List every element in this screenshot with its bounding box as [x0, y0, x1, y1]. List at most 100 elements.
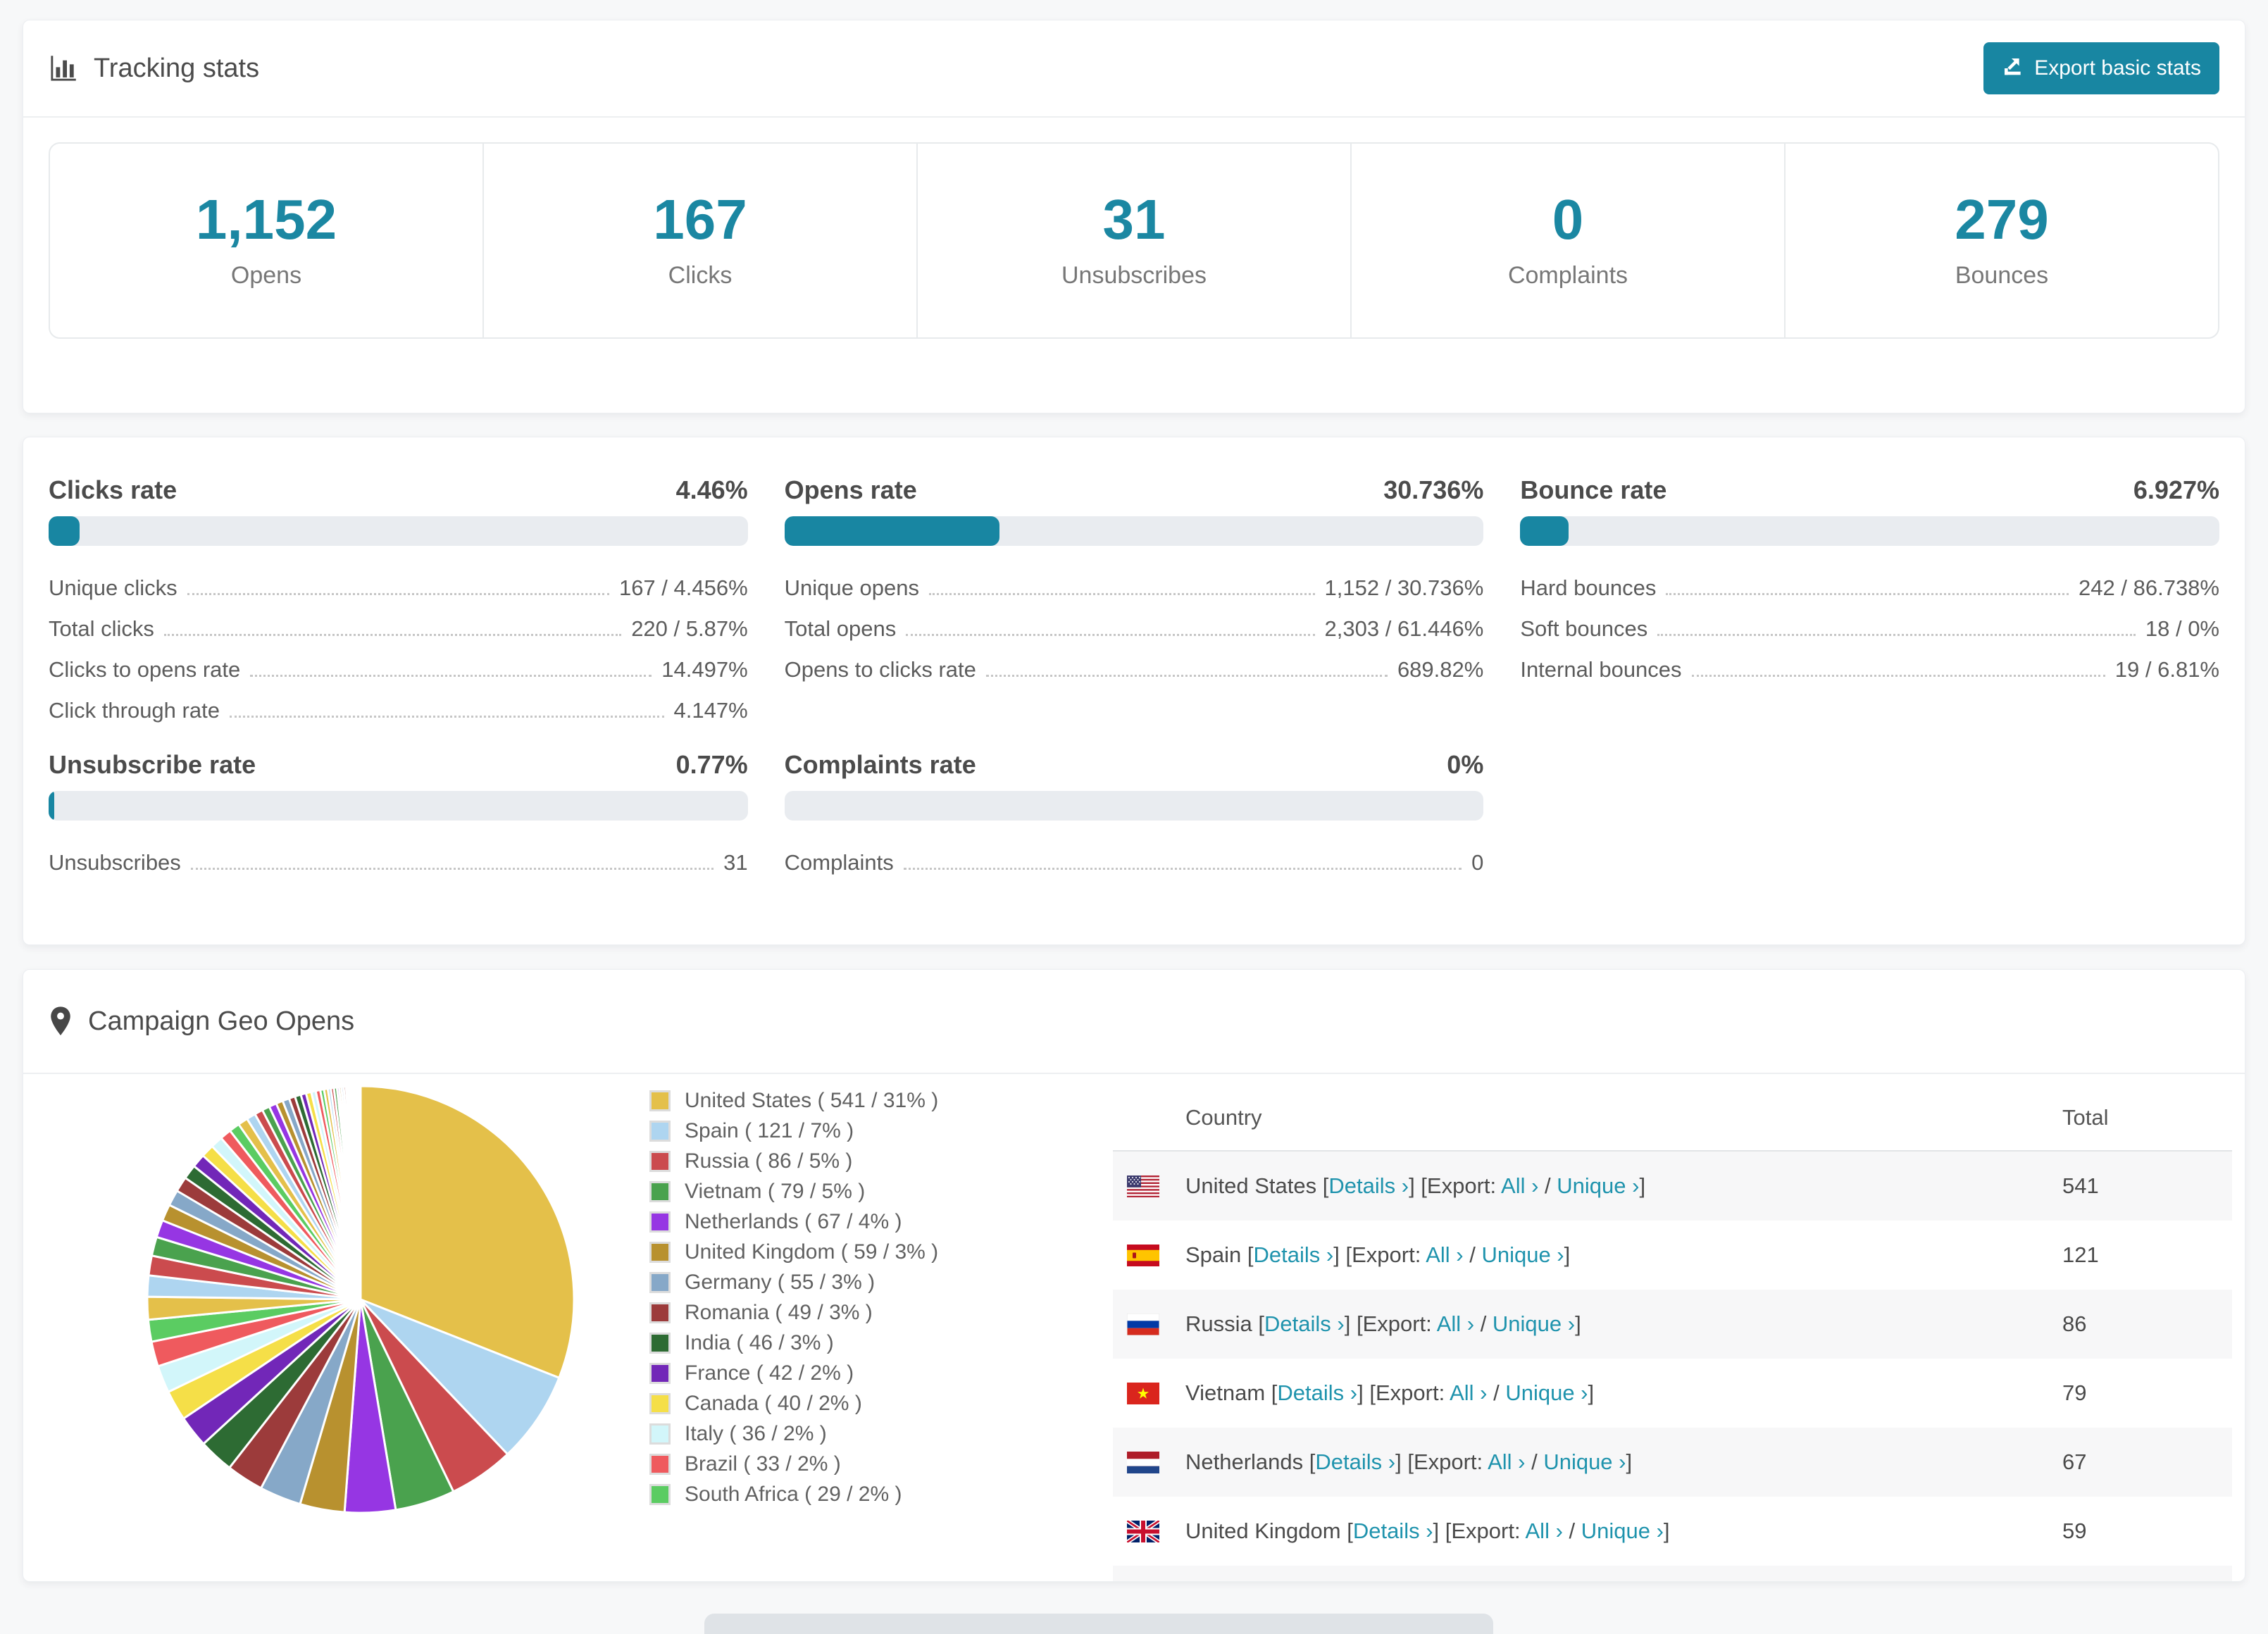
export-prefix: Export:	[1362, 1311, 1432, 1336]
rate-panel: Opens rate 30.736% Unique opens 1,152 / …	[784, 475, 1484, 730]
rate-title: Unsubscribe rate	[49, 750, 256, 779]
rate-title: Opens rate	[784, 475, 917, 504]
legend-item[interactable]: India ( 46 / 3% )	[649, 1328, 1113, 1358]
rate-progress-track	[1520, 516, 2219, 546]
export-all-link[interactable]: All ›	[1426, 1242, 1463, 1267]
legend-item[interactable]: Italy ( 36 / 2% )	[649, 1418, 1113, 1449]
metric-label: Unsubscribes	[49, 850, 181, 875]
legend-label: South Africa ( 29 / 2% )	[685, 1482, 902, 1506]
metric-label: Total opens	[784, 616, 897, 641]
country-name: Russia	[1185, 1311, 1252, 1336]
rate-value: 6.927%	[2133, 475, 2219, 504]
geo-pie-wrap	[49, 1074, 624, 1581]
stat-label: Complaints	[1507, 262, 1628, 289]
legend-item[interactable]: Vietnam ( 79 / 5% )	[649, 1176, 1113, 1206]
export-button-label: Export basic stats	[2034, 56, 2201, 80]
dotted-leader	[903, 868, 1462, 870]
horizontal-scrollbar-thumb[interactable]	[704, 1614, 1493, 1634]
legend-label: Spain ( 121 / 7% )	[685, 1118, 854, 1142]
summary-stat-cell: 279 Bounces	[1786, 144, 2218, 337]
export-basic-stats-button[interactable]: Export basic stats	[1983, 42, 2219, 94]
flag-us-icon	[1127, 1175, 1159, 1197]
legend-item[interactable]: United Kingdom ( 59 / 3% )	[649, 1237, 1113, 1267]
details-link[interactable]: Details ›	[1353, 1518, 1433, 1543]
legend-item[interactable]: Romania ( 49 / 3% )	[649, 1297, 1113, 1328]
details-link[interactable]: Details ›	[1277, 1380, 1357, 1405]
rate-progress-fill	[784, 516, 999, 546]
dotted-leader	[928, 593, 1315, 595]
rate-metric-row: Total opens 2,303 / 61.446%	[785, 608, 1484, 649]
export-all-link[interactable]: All ›	[1450, 1380, 1487, 1405]
country-name: United Kingdom	[1185, 1518, 1341, 1543]
export-all-link[interactable]: All ›	[1501, 1173, 1538, 1198]
rate-progress-fill	[49, 516, 80, 546]
legend-item[interactable]: France ( 42 / 2% )	[649, 1358, 1113, 1388]
rate-metric-row: Opens to clicks rate 689.82%	[785, 649, 1484, 690]
metric-value: 0	[1471, 850, 1484, 875]
export-unique-link[interactable]: Unique ›	[1557, 1173, 1639, 1198]
legend-item[interactable]: United States ( 541 / 31% )	[649, 1085, 1113, 1116]
legend-item[interactable]: Spain ( 121 / 7% )	[649, 1116, 1113, 1146]
export-unique-link[interactable]: Unique ›	[1505, 1380, 1588, 1405]
rate-title: Clicks rate	[49, 475, 177, 504]
legend-item[interactable]: Canada ( 40 / 2% )	[649, 1388, 1113, 1418]
rate-progress-fill	[49, 791, 54, 821]
metric-value: 14.497%	[661, 657, 748, 682]
metric-label: Internal bounces	[1520, 657, 1682, 682]
country-total: 79	[2062, 1380, 2087, 1405]
export-all-link[interactable]: All ›	[1437, 1311, 1474, 1336]
tracking-stats-card: Tracking stats Export basic stats 1,152 …	[23, 20, 2245, 413]
details-link[interactable]: Details ›	[1315, 1449, 1395, 1474]
country-total: 541	[2062, 1173, 2099, 1198]
rate-list: Unsubscribes 31	[49, 842, 748, 883]
stat-label: Unsubscribes	[1061, 262, 1207, 289]
dotted-leader	[190, 868, 714, 870]
details-link[interactable]: Details ›	[1254, 1242, 1334, 1267]
geo-opens-pie-chart[interactable]	[142, 1081, 579, 1518]
geo-table-row: Vietnam [Details ›] [Export: All › / Uni…	[1113, 1359, 2232, 1428]
export-unique-link[interactable]: Unique ›	[1581, 1518, 1664, 1543]
rate-metric-row: Complaints 0	[785, 842, 1484, 883]
rate-value: 0.77%	[675, 750, 748, 779]
legend-item[interactable]: South Africa ( 29 / 2% )	[649, 1479, 1113, 1509]
legend-item[interactable]: Russia ( 86 / 5% )	[649, 1146, 1113, 1176]
details-link[interactable]: Details ›	[1328, 1173, 1409, 1198]
export-unique-link[interactable]: Unique ›	[1543, 1449, 1626, 1474]
geo-table-header-row: Country Total	[1113, 1085, 2232, 1152]
export-prefix: Export:	[1352, 1242, 1421, 1267]
legend-item[interactable]: Germany ( 55 / 3% )	[649, 1267, 1113, 1297]
metric-label: Hard bounces	[1520, 575, 1657, 600]
legend-label: France ( 42 / 2% )	[685, 1361, 854, 1385]
dotted-leader	[985, 675, 1388, 677]
dotted-leader	[906, 634, 1315, 636]
details-link[interactable]: Details ›	[1264, 1311, 1345, 1336]
stat-value: 167	[653, 188, 747, 251]
legend-item[interactable]: Netherlands ( 67 / 4% )	[649, 1206, 1113, 1237]
stat-value: 279	[1955, 188, 2049, 251]
metric-label: Unique opens	[784, 575, 919, 600]
country-total: 59	[2062, 1518, 2087, 1543]
geo-table-row: United States [Details ›] [Export: All ›…	[1113, 1151, 2232, 1221]
geo-table: Country Total United States [Details ›] …	[1113, 1085, 2232, 1581]
export-all-link[interactable]: All ›	[1488, 1449, 1525, 1474]
export-all-link[interactable]: All ›	[1526, 1518, 1563, 1543]
tracking-stats-page: Tracking stats Export basic stats 1,152 …	[0, 20, 2268, 1634]
export-unique-link[interactable]: Unique ›	[1481, 1242, 1564, 1267]
rate-progress-track	[784, 516, 1484, 546]
legend-item[interactable]: Brazil ( 33 / 2% )	[649, 1449, 1113, 1479]
rate-list: Unique opens 1,152 / 30.736% Total opens…	[785, 567, 1484, 690]
column-total: Total	[2062, 1085, 2232, 1152]
legend-swatch	[649, 1120, 671, 1142]
rates-grid: Clicks rate 4.46% Unique clicks 167 / 4.…	[49, 475, 2219, 883]
legend-label: India ( 46 / 3% )	[685, 1330, 834, 1354]
metric-value: 242 / 86.738%	[2079, 575, 2219, 600]
country-total: 86	[2062, 1311, 2087, 1336]
geo-opens-card: Campaign Geo Opens United States ( 541 /…	[23, 969, 2245, 1582]
metric-label: Opens to clicks rate	[784, 657, 976, 682]
dotted-leader	[1691, 675, 2105, 677]
flag-es-icon	[1127, 1244, 1159, 1266]
rate-metric-row: Clicks to opens rate 14.497%	[49, 649, 748, 690]
export-icon	[2002, 54, 2024, 82]
tracking-stats-title-wrap: Tracking stats	[49, 54, 259, 84]
export-unique-link[interactable]: Unique ›	[1493, 1311, 1575, 1336]
